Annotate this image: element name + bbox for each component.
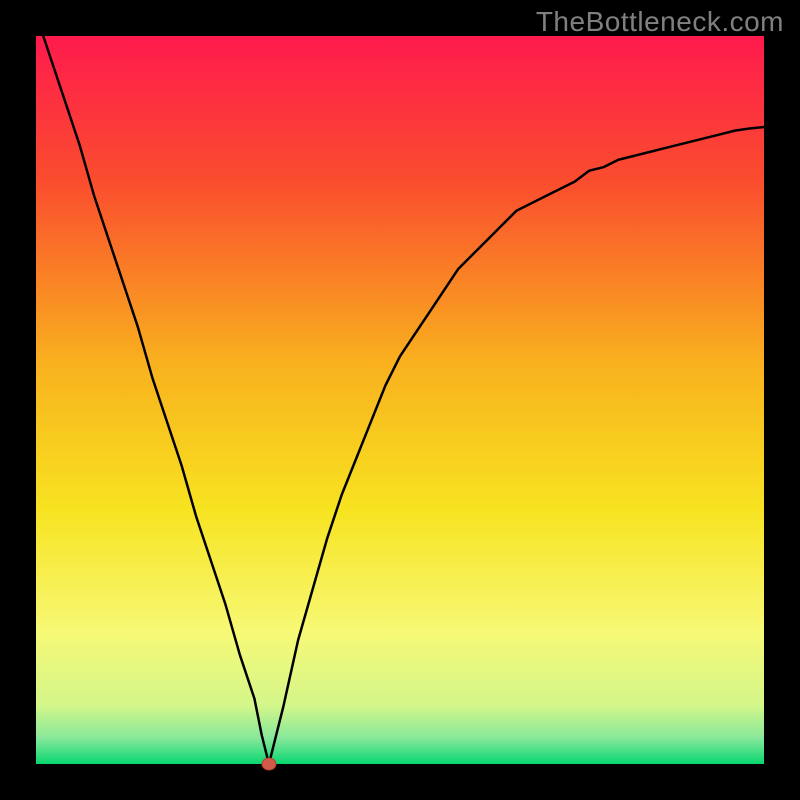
- watermark-text: TheBottleneck.com: [536, 6, 784, 38]
- chart-container: TheBottleneck.com: [0, 0, 800, 800]
- chart-plot-area: [36, 36, 764, 764]
- optimal-point-marker: [262, 758, 276, 770]
- chart-canvas: [0, 0, 800, 800]
